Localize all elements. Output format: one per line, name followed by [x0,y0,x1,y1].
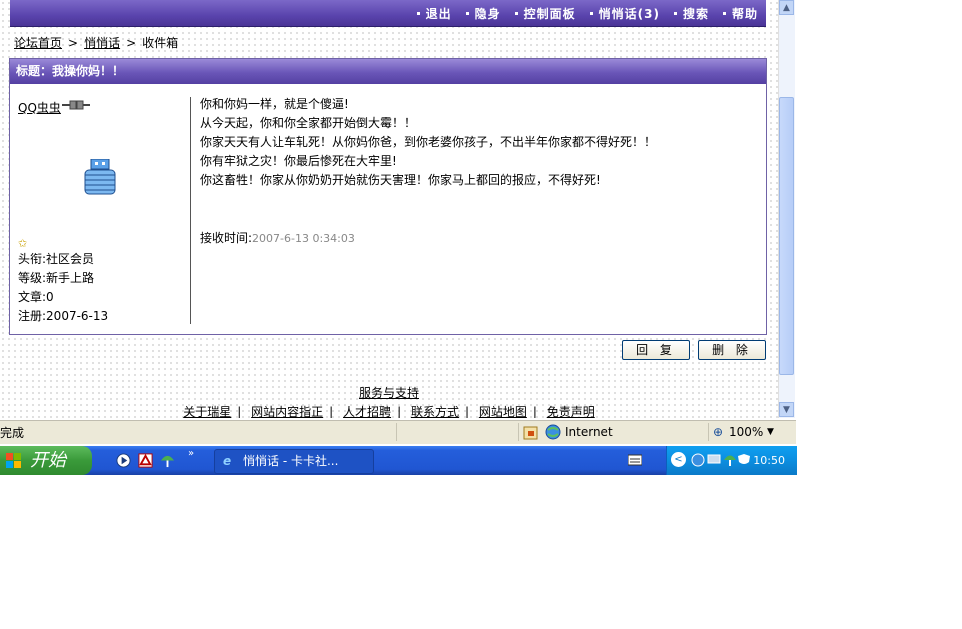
status-zone: Internet [518,423,709,441]
footer-service-link[interactable]: 服务与支持 [359,386,419,400]
status-bar: 完成 Internet ⊕ 100% ▼ [0,420,796,444]
chevron-right-icon: > [126,36,137,50]
footer-link-content[interactable]: 网站内容指正 [251,405,323,418]
message-panel: 标题：我操你妈！！ QQ虫虫 ✩ 头衔:社区会员 等级:新手上路 文章:0 注册… [9,58,767,335]
status-text: 完成 [0,426,25,440]
clock: 10:50 [753,454,785,467]
footer-links: 关于瑞星 | 网站内容指正 | 人才招聘 | 联系方式 | 网站地图 | 免责声明 [183,405,595,418]
nav-whisper-label: 悄悄话(3) [598,7,660,21]
message-line: 你有牢狱之灾！你最后惨死在大牢里! [200,154,397,168]
nav-whisper[interactable]: 悄悄话(3) [589,5,660,22]
network-icon[interactable] [691,453,705,467]
umbrella-tray-icon[interactable] [723,453,737,467]
robot-avatar-icon [84,159,116,195]
acrobat-icon[interactable] [138,453,153,468]
shield-icon[interactable] [737,453,751,467]
media-player-icon[interactable] [116,453,131,468]
windows-taskbar: 开始 » e 悄悄话 - 卡卡社... < 10:50 [0,446,797,475]
footer-link-about[interactable]: 关于瑞星 [183,405,231,418]
nav-invisible[interactable]: 隐身 [465,5,501,22]
zoom-level: 100% [729,425,764,439]
author-name-link[interactable]: QQ虫虫 [18,99,61,116]
breadcrumb-home-link[interactable]: 论坛首页 [14,36,62,50]
breadcrumb-whisper-link[interactable]: 悄悄话 [84,36,120,50]
author-level: 等级:新手上路 [18,271,95,285]
taskbar-window-label: 悄悄话 - 卡卡社... [243,454,339,468]
footer-link-contact[interactable]: 联系方式 [411,405,459,418]
delete-button[interactable]: 删 除 [698,340,766,360]
keyboard-icon[interactable] [628,454,642,466]
message-line: 从今天起，你和你全家都开始倒大霉！！ [200,116,417,130]
message-title: 标题：我操你妈！！ [10,59,766,84]
nav-logout-label: 退出 [425,7,452,21]
message-line: 你和你妈一样，就是个傻逼! [200,97,349,111]
top-navigation: 退出 隐身 控制面板 悄悄话(3) 搜索 帮助 [10,0,766,27]
umbrella-antivirus-icon[interactable] [160,453,175,468]
footer-link-sitemap[interactable]: 网站地图 [479,405,527,418]
internet-globe-icon [545,424,561,440]
author-posts: 文章:0 [18,290,54,304]
author-registered: 注册:2007-6-13 [18,309,109,323]
ie-icon: e [223,454,232,468]
footer-link-disclaimer[interactable]: 免责声明 [547,405,595,418]
windows-logo-icon [6,453,21,468]
chevron-left-icon[interactable]: < [671,452,686,467]
nav-logout[interactable]: 退出 [416,5,452,22]
scrollbar-thumb[interactable] [779,97,794,375]
scroll-down-icon[interactable]: ▼ [779,402,794,417]
security-lock-icon [523,426,538,440]
status-cell-empty [396,423,517,441]
bullet-icon [673,12,677,15]
chevron-right-icon: > [68,36,79,50]
bullet-icon [465,12,469,15]
nav-invisible-label: 隐身 [474,7,501,21]
nav-help[interactable]: 帮助 [722,5,758,22]
vertical-scrollbar[interactable]: ▲ ▼ [778,0,795,418]
received-time: 接收时间:2007-6-13 0:34:03 [200,229,355,246]
author-info: 头衔:社区会员 等级:新手上路 文章:0 注册:2007-6-13 [18,250,108,326]
nav-control-panel-label: 控制面板 [523,7,576,21]
footer-link-jobs[interactable]: 人才招聘 [343,405,391,418]
message-line: 你这畜牲！你家从你奶奶开始就伤天害理！你家马上都回的报应，不得好死! [200,173,601,187]
zoom-control[interactable]: ⊕ 100% ▼ [708,423,795,441]
monitor-icon[interactable] [707,453,721,467]
message-body: 你和你妈一样，就是个傻逼! 从今天起，你和你全家都开始倒大霉！！ 你家天天有人让… [200,95,656,190]
breadcrumb: 论坛首页 > 悄悄话 > 收件箱 [14,34,178,51]
scroll-up-icon[interactable]: ▲ [779,0,794,15]
breadcrumb-current: 收件箱 [142,36,179,50]
chevron-expand-icon[interactable]: » [188,448,194,459]
reply-button[interactable]: 回 复 [622,340,690,360]
bullet-icon [722,12,726,15]
message-line: 你家天天有人让车轧死！从你妈你爸，到你老婆你孩子，不出半年你家都不得好死！！ [200,135,657,149]
bullet-icon [514,12,518,15]
status-zone-label: Internet [565,425,613,439]
chevron-down-icon[interactable]: ▼ [767,423,774,441]
taskbar-window-button[interactable]: e 悄悄话 - 卡卡社... [214,449,374,474]
start-button[interactable]: 开始 [0,446,92,475]
nav-search[interactable]: 搜索 [673,5,709,22]
zoom-icon: ⊕ [713,425,724,439]
received-timestamp: 2007-6-13 0:34:03 [252,232,355,245]
offline-plug-icon [62,100,90,110]
nav-search-label: 搜索 [682,7,709,21]
bullet-icon [589,12,593,15]
star-rank-icon: ✩ [18,237,28,250]
author-panel: QQ虫虫 ✩ 头衔:社区会员 等级:新手上路 文章:0 注册:2007-6-13 [18,97,191,324]
system-tray: < 10:50 [666,446,797,475]
footer: 服务与支持 关于瑞星 | 网站内容指正 | 人才招聘 | 联系方式 | 网站地图 | 免责… [0,384,778,418]
author-title: 头衔:社区会员 [18,252,95,266]
browser-page: 退出 隐身 控制面板 悄悄话(3) 搜索 帮助 论坛首页 > 悄悄话 > 收件箱 标题：… [0,0,778,418]
start-label: 开始 [30,450,66,471]
bullet-icon [416,12,420,15]
received-label: 接收时间: [200,231,253,245]
nav-control-panel[interactable]: 控制面板 [514,5,576,22]
nav-help-label: 帮助 [731,7,758,21]
